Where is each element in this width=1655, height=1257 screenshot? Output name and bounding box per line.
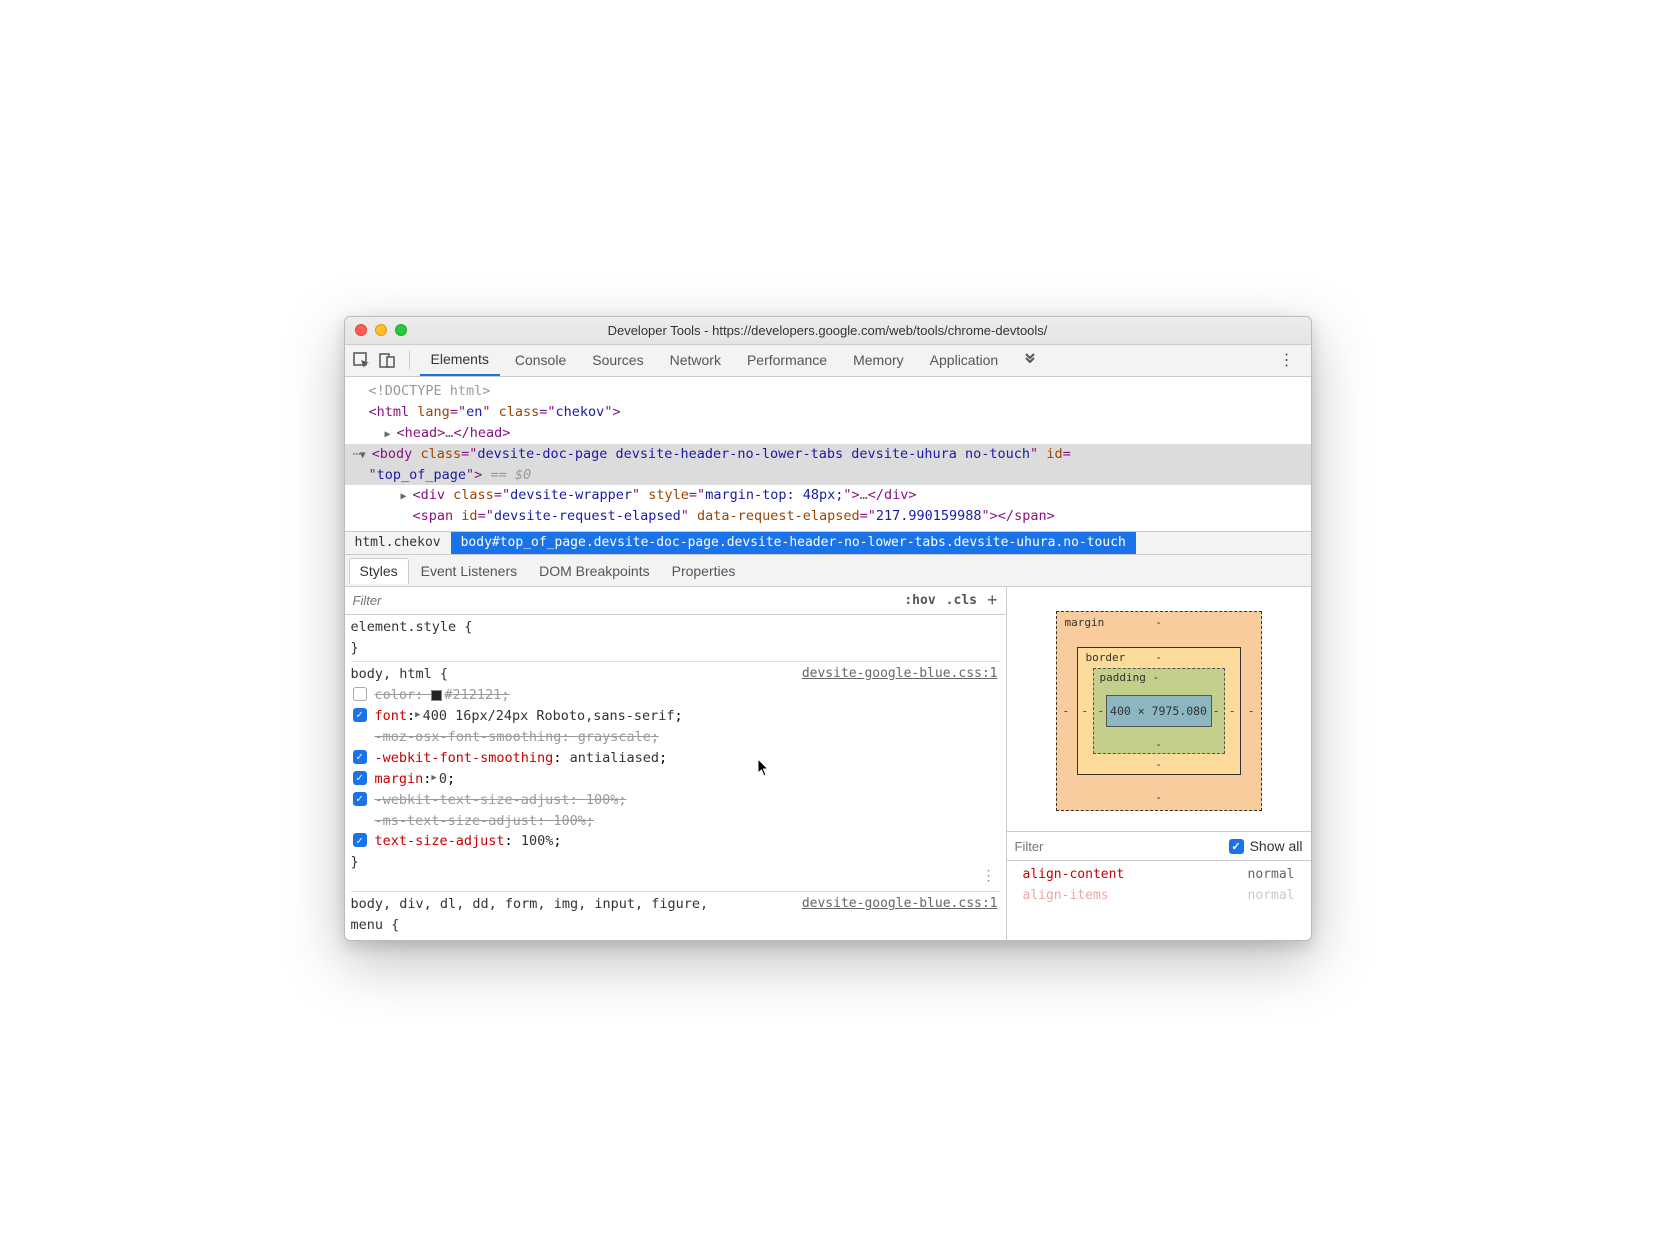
dom-body-line2[interactable]: "top_of_page"> == $0: [345, 465, 1311, 486]
maximize-button[interactable]: [395, 324, 407, 336]
inspect-icon[interactable]: [351, 349, 373, 371]
prop-color[interactable]: color: #212121;: [351, 685, 1000, 706]
new-rule-icon[interactable]: +: [987, 590, 998, 611]
main-toolbar: Elements Console Sources Network Perform…: [345, 345, 1311, 377]
rule-menu-icon[interactable]: ⋮: [982, 866, 996, 888]
minimize-button[interactable]: [375, 324, 387, 336]
tab-performance[interactable]: Performance: [736, 344, 838, 376]
source-link[interactable]: devsite-google-blue.css:1: [802, 664, 998, 684]
subtab-properties[interactable]: Properties: [662, 559, 746, 583]
color-swatch[interactable]: [431, 690, 442, 701]
prop-moz-smooth[interactable]: -moz-osx-font-smoothing: grayscale;: [351, 727, 1000, 748]
computed-row[interactable]: align-items normal: [1007, 886, 1311, 907]
tab-network[interactable]: Network: [659, 344, 732, 376]
styles-filter-row: :hov .cls +: [345, 587, 1006, 615]
show-all-checkbox[interactable]: [1229, 839, 1244, 854]
tab-application[interactable]: Application: [919, 344, 1010, 376]
menu-icon[interactable]: ⋮: [1269, 350, 1305, 370]
prop-ms-tsa[interactable]: -ms-text-size-adjust: 100%;: [351, 811, 1000, 832]
prop-tsa[interactable]: text-size-adjust: 100%;: [351, 831, 1000, 852]
prop-webkit-smooth[interactable]: -webkit-font-smoothing: antialiased;: [351, 748, 1000, 769]
checkbox-icon[interactable]: [353, 792, 367, 806]
prop-webkit-tsa[interactable]: -webkit-text-size-adjust: 100%;: [351, 790, 1000, 811]
dom-div[interactable]: ▶<div class="devsite-wrapper" style="mar…: [345, 485, 1311, 506]
tab-elements[interactable]: Elements: [420, 344, 500, 376]
rule-body-html[interactable]: body, html { devsite-google-blue.css:1 c…: [351, 664, 1000, 889]
more-tabs-icon[interactable]: [1017, 353, 1043, 367]
crumb-html[interactable]: html.chekov: [345, 532, 451, 554]
hov-toggle[interactable]: :hov: [904, 593, 935, 608]
window-title: Developer Tools - https://developers.goo…: [345, 323, 1311, 338]
tab-console[interactable]: Console: [504, 344, 577, 376]
subtab-dom-breakpoints[interactable]: DOM Breakpoints: [529, 559, 659, 583]
content-size: 400 × 7975.080: [1106, 695, 1212, 727]
styles-filter-input[interactable]: [353, 593, 905, 608]
prop-margin[interactable]: margin:▶0;: [351, 769, 1000, 790]
prop-font[interactable]: font:▶400 16px/24px Roboto,sans-serif;: [351, 706, 1000, 727]
checkbox-icon[interactable]: [353, 750, 367, 764]
computed-filter-row: Show all: [1007, 831, 1311, 861]
source-link[interactable]: devsite-google-blue.css:1: [802, 894, 998, 914]
dom-head[interactable]: ▶<head>…</head>: [345, 423, 1311, 444]
breadcrumb: html.chekov body#top_of_page.devsite-doc…: [345, 531, 1311, 555]
subtab-styles[interactable]: Styles: [349, 558, 409, 584]
border-label: border: [1086, 651, 1126, 664]
checkbox-icon[interactable]: [353, 708, 367, 722]
computed-filter-input[interactable]: [1015, 839, 1229, 854]
tab-memory[interactable]: Memory: [842, 344, 915, 376]
padding-label: padding -: [1100, 671, 1160, 684]
show-all-label[interactable]: Show all: [1250, 838, 1303, 854]
dom-tree[interactable]: <!DOCTYPE html> <html lang="en" class="c…: [345, 377, 1311, 531]
dom-span[interactable]: <span id="devsite-request-elapsed" data-…: [345, 506, 1311, 527]
styles-panel: :hov .cls + element.style { } body, html…: [345, 587, 1006, 940]
computed-panel: margin - - - - border - - - - padding - …: [1006, 587, 1311, 940]
margin-label: margin: [1065, 616, 1105, 629]
computed-list[interactable]: align-content normal align-items normal: [1007, 861, 1311, 911]
computed-row[interactable]: align-content normal: [1007, 865, 1311, 886]
tab-sources[interactable]: Sources: [581, 344, 654, 376]
checkbox-icon[interactable]: [353, 687, 367, 701]
checkbox-icon[interactable]: [353, 833, 367, 847]
cls-toggle[interactable]: .cls: [946, 593, 977, 608]
styles-tabbar: Styles Event Listeners DOM Breakpoints P…: [345, 555, 1311, 587]
traffic-lights: [355, 324, 407, 336]
separator: [409, 351, 410, 369]
rule-body-div[interactable]: body, div, dl, dd, form, img, input, fig…: [351, 894, 1000, 936]
crumb-body[interactable]: body#top_of_page.devsite-doc-page.devsit…: [451, 532, 1136, 554]
styles-rules[interactable]: element.style { } body, html { devsite-g…: [345, 615, 1006, 940]
styles-split: :hov .cls + element.style { } body, html…: [345, 587, 1311, 940]
dom-html[interactable]: <html lang="en" class="chekov">: [345, 402, 1311, 423]
subtab-event-listeners[interactable]: Event Listeners: [411, 559, 528, 583]
checkbox-icon[interactable]: [353, 771, 367, 785]
titlebar: Developer Tools - https://developers.goo…: [345, 317, 1311, 345]
dom-doctype[interactable]: <!DOCTYPE html>: [345, 381, 1311, 402]
close-button[interactable]: [355, 324, 367, 336]
dom-body-selected[interactable]: ⋯▼<body class="devsite-doc-page devsite-…: [345, 444, 1311, 465]
box-model[interactable]: margin - - - - border - - - - padding - …: [1007, 587, 1311, 831]
devtools-window: Developer Tools - https://developers.goo…: [344, 316, 1312, 941]
rule-element-style[interactable]: element.style { }: [351, 617, 1000, 659]
device-mode-icon[interactable]: [377, 349, 399, 371]
